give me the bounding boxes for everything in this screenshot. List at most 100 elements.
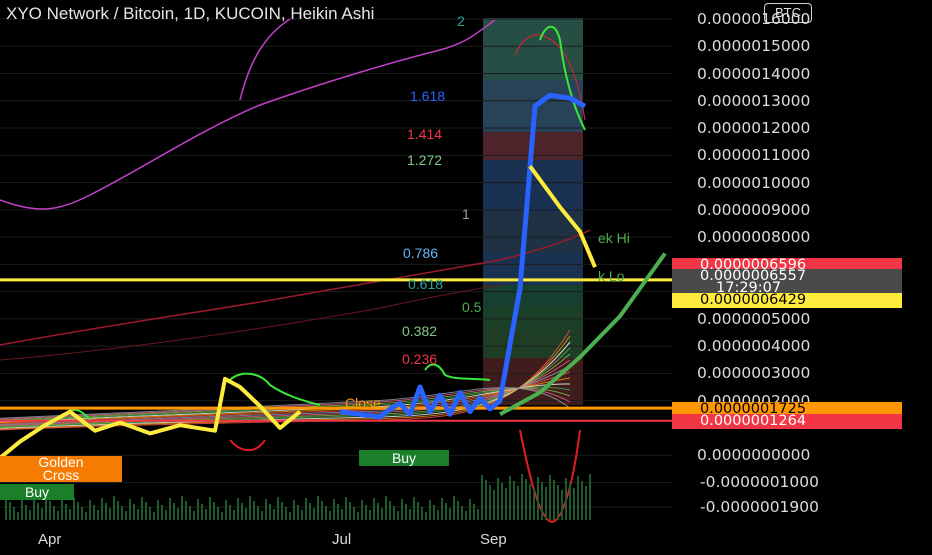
- fib-band: [483, 306, 583, 330]
- volume-bar: [521, 474, 523, 520]
- volume-bar: [41, 508, 43, 520]
- volume-bar: [405, 504, 407, 520]
- volume-bar: [469, 499, 471, 520]
- volume-bar: [233, 510, 235, 520]
- volume-bar: [277, 497, 279, 520]
- volume-bar: [129, 499, 131, 520]
- y-tick-label: 0.0000003000: [697, 364, 811, 383]
- envelope-line: [229, 439, 266, 452]
- fib-band: [483, 285, 583, 306]
- y-tick-label: -0.0000001900: [700, 498, 819, 516]
- volume-bar: [69, 509, 71, 520]
- price-tag: 0.0000001264: [672, 414, 902, 429]
- upper-band-line: [239, 18, 291, 101]
- volume-bar: [149, 507, 151, 520]
- volume-bar: [409, 509, 411, 520]
- volume-bar: [437, 510, 439, 520]
- y-tick-label: 0.0000005000: [697, 309, 811, 328]
- volume-bar: [217, 507, 219, 520]
- fib-label: 1.618: [410, 88, 446, 104]
- volume-bar: [81, 507, 83, 520]
- volume-bar: [5, 497, 7, 520]
- volume-bar: [549, 475, 551, 520]
- volume-bar: [557, 485, 559, 520]
- y-tick-label: 0.0000000000: [697, 446, 811, 465]
- volume-bar: [465, 511, 467, 520]
- y-tick-label: -0.0000001000: [700, 473, 819, 492]
- volume-bar: [261, 511, 263, 520]
- chart-annotation: ek Hi: [598, 230, 630, 246]
- y-tick-label: 0.0000014000: [697, 64, 811, 83]
- volume-bar: [501, 483, 503, 520]
- y-tick-label: 0.0000009000: [697, 200, 811, 219]
- volume-bar: [449, 508, 451, 520]
- volume-bar: [241, 503, 243, 520]
- y-tick-label: 0.0000004000: [697, 337, 811, 356]
- volume-bar: [389, 501, 391, 520]
- volume-bar: [225, 500, 227, 520]
- volume-bar: [237, 498, 239, 520]
- volume-bar: [545, 487, 547, 520]
- volume-bar: [413, 497, 415, 520]
- volume-bar: [337, 504, 339, 520]
- volume-bar: [309, 503, 311, 520]
- y-tick-label: 0.0000011000: [697, 146, 811, 165]
- volume-bar: [209, 497, 211, 520]
- y-tick-label: 0.0000010000: [697, 173, 811, 192]
- volume-bar: [213, 502, 215, 520]
- volume-bar: [305, 498, 307, 520]
- volume-bar: [137, 509, 139, 520]
- volume-bar: [537, 477, 539, 520]
- fib-label: 1.272: [407, 152, 443, 168]
- fib-label: 0.618: [408, 276, 444, 292]
- volume-bar: [53, 506, 55, 520]
- volume-bar: [189, 506, 191, 520]
- volume-bar: [493, 490, 495, 520]
- fib-label: 0.236: [402, 351, 438, 367]
- volume-bar: [161, 505, 163, 520]
- fib-label: 0.382: [402, 323, 438, 339]
- volume-bar: [181, 496, 183, 520]
- fib-band: [483, 18, 583, 80]
- volume-bar: [89, 500, 91, 520]
- y-tick-label: 0.0000015000: [697, 37, 811, 56]
- volume-bar: [121, 506, 123, 520]
- chart-title: XYO Network / Bitcoin, 1D, KUCOIN, Heiki…: [6, 4, 375, 23]
- volume-bar: [317, 496, 319, 520]
- volume-bar: [133, 504, 135, 520]
- fib-label: 1.414: [407, 126, 443, 142]
- volume-bar: [201, 504, 203, 520]
- volume-bar: [325, 506, 327, 520]
- y-tick-label: 0.0000016000: [697, 10, 811, 28]
- volume-bar: [425, 512, 427, 520]
- volume-bar: [477, 509, 479, 520]
- volume-bar: [165, 510, 167, 520]
- volume-bar: [473, 504, 475, 520]
- volume-bar: [525, 479, 527, 520]
- volume-bar: [361, 500, 363, 520]
- volume-bar: [505, 488, 507, 520]
- volume-bar: [157, 500, 159, 520]
- volume-bar: [517, 486, 519, 520]
- volume-bar: [489, 485, 491, 520]
- volume-bar: [141, 497, 143, 520]
- y-tick-label: 0.0000012000: [697, 119, 811, 138]
- volume-bar: [221, 512, 223, 520]
- volume-bar: [301, 510, 303, 520]
- volume-bar: [373, 498, 375, 520]
- volume-bar: [185, 501, 187, 520]
- volume-bar: [281, 502, 283, 520]
- volume-bar: [257, 506, 259, 520]
- volume-bar: [125, 511, 127, 520]
- fib-label: 0.5: [462, 299, 482, 315]
- signal-label: Buy: [0, 484, 74, 500]
- x-tick-label: Jul: [332, 531, 352, 548]
- volume-bar: [433, 505, 435, 520]
- volume-bar: [533, 489, 535, 520]
- volume-bar: [349, 502, 351, 520]
- x-tick-label: Apr: [38, 531, 62, 548]
- volume-bar: [97, 510, 99, 520]
- volume-bar: [249, 496, 251, 520]
- volume-bar: [117, 501, 119, 520]
- volume-bar: [357, 512, 359, 520]
